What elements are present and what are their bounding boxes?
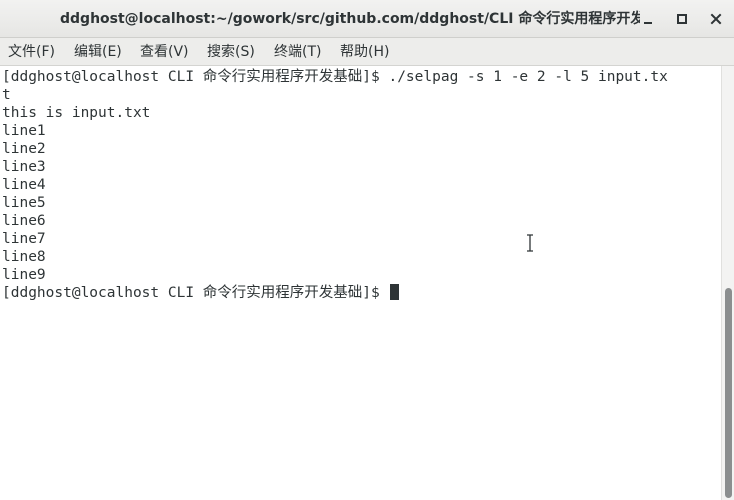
menu-edit[interactable]: 编辑(E) <box>74 43 122 61</box>
menu-terminal[interactable]: 终端(T) <box>274 43 321 61</box>
prompt-text: [ddghost@localhost CLI 命令行实用程序开发基础]$ <box>2 285 389 301</box>
menu-bar: 文件(F) 编辑(E) 查看(V) 搜索(S) 终端(T) 帮助(H) <box>0 38 734 66</box>
output-line: line5 <box>2 195 46 211</box>
minimize-icon <box>642 13 654 25</box>
menu-file[interactable]: 文件(F) <box>8 43 55 61</box>
output-line: line2 <box>2 141 46 157</box>
output-line: t <box>2 87 11 103</box>
output-line: line4 <box>2 177 46 193</box>
output-line: line7 <box>2 231 46 247</box>
maximize-icon <box>676 13 688 25</box>
title-bar[interactable]: ddghost@localhost:~/gowork/src/github.co… <box>0 0 734 38</box>
output-line: line8 <box>2 249 46 265</box>
ibeam-cursor-icon <box>525 234 535 252</box>
maximize-button[interactable] <box>672 9 692 29</box>
window-title: ddghost@localhost:~/gowork/src/github.co… <box>60 11 640 27</box>
scrollbar-thumb[interactable] <box>725 288 732 498</box>
close-icon <box>710 13 722 25</box>
command-line: [ddghost@localhost CLI 命令行实用程序开发基础]$ ./s… <box>2 69 668 85</box>
menu-search[interactable]: 搜索(S) <box>207 43 255 61</box>
output-line: line9 <box>2 267 46 283</box>
output-line: line3 <box>2 159 46 175</box>
output-line: this is input.txt <box>2 105 151 121</box>
output-line: line6 <box>2 213 46 229</box>
terminal-lines: [ddghost@localhost CLI 命令行实用程序开发基础]$ ./s… <box>2 68 719 302</box>
prompt-line: [ddghost@localhost CLI 命令行实用程序开发基础]$ <box>2 284 719 302</box>
close-button[interactable] <box>706 9 726 29</box>
terminal-window: ddghost@localhost:~/gowork/src/github.co… <box>0 0 734 500</box>
output-line: line1 <box>2 123 46 139</box>
minimize-button[interactable] <box>638 9 658 29</box>
menu-help[interactable]: 帮助(H) <box>340 43 389 61</box>
vertical-scrollbar[interactable] <box>721 66 734 500</box>
menu-view[interactable]: 查看(V) <box>140 43 189 61</box>
terminal-output[interactable]: [ddghost@localhost CLI 命令行实用程序开发基础]$ ./s… <box>0 66 721 500</box>
text-cursor <box>390 284 400 300</box>
